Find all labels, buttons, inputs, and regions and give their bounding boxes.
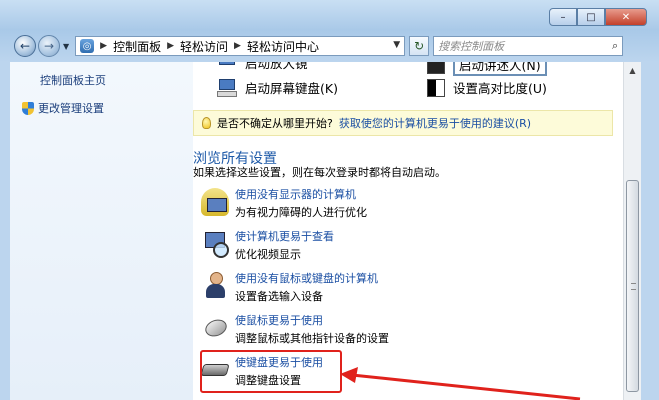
narrator-icon <box>427 62 445 74</box>
back-arrow-icon: ← <box>19 39 31 53</box>
option-link-easier-to-see[interactable]: 使计算机更易于查看 <box>235 228 334 244</box>
search-input[interactable] <box>438 39 599 53</box>
navigation-bar: ← → ▼ ◎ ▶ 控制面板 ▶ 轻松访问 ▶ 轻松访问中心 ▼ ↻ ⌕ <box>14 34 649 58</box>
tip-question: 是否不确定从哪里开始? <box>217 117 333 130</box>
address-bar[interactable]: ◎ ▶ 控制面板 ▶ 轻松访问 ▶ 轻松访问中心 ▼ <box>75 36 406 56</box>
section-description: 如果选择这些设置，则在每次登录时都将自动启动。 <box>193 166 446 179</box>
refresh-button[interactable]: ↻ <box>409 36 430 56</box>
get-recommendations-link[interactable]: 获取使您的计算机更易于使用的建议(R) <box>339 115 531 131</box>
breadcrumb-separator-icon[interactable]: ▶ <box>234 41 241 51</box>
search-icon[interactable]: ⌕ <box>612 39 618 53</box>
search-box[interactable]: ⌕ <box>433 36 624 56</box>
monitor-icon <box>201 188 229 216</box>
sidebar-link-control-panel-home[interactable]: 控制面板主页 <box>40 72 106 88</box>
start-magnifier-item[interactable]: 启动放大镜 <box>217 62 308 72</box>
breadcrumb-separator-icon[interactable]: ▶ <box>167 41 174 51</box>
control-panel-icon: ◎ <box>80 39 95 53</box>
mouse-icon <box>201 314 229 342</box>
refresh-icon: ↻ <box>414 39 425 53</box>
minimize-button[interactable]: – <box>549 8 577 26</box>
option-link-mouse-easier[interactable]: 使鼠标更易于使用 <box>235 312 323 328</box>
on-screen-keyboard-icon <box>217 78 237 97</box>
address-dropdown-icon[interactable]: ▼ <box>393 40 400 50</box>
maximize-button[interactable]: □ <box>577 8 605 26</box>
option-item: 使用没有显示器的计算机 为有视力障碍的人进行优化 <box>201 186 581 222</box>
sidebar-link-label: 更改管理设置 <box>38 102 104 115</box>
magnifier-icon <box>201 230 229 258</box>
option-item: 使用没有鼠标或键盘的计算机 设置备选输入设备 <box>201 270 581 306</box>
close-button[interactable]: ✕ <box>605 8 647 26</box>
option-description: 设置备选输入设备 <box>235 290 323 303</box>
suggestion-tip-bar: 是否不确定从哪里开始? 获取使您的计算机更易于使用的建议(R) <box>193 110 613 136</box>
set-high-contrast-label: 设置高对比度(U) <box>453 81 547 96</box>
start-narrator-item[interactable]: 启动讲述人(N) <box>427 62 547 76</box>
start-magnifier-label: 启动放大镜 <box>245 62 308 71</box>
start-narrator-label: 启动讲述人(N) <box>453 62 547 76</box>
vertical-scrollbar[interactable]: ▲ <box>623 62 641 400</box>
recent-pages-chevron-icon[interactable]: ▼ <box>63 42 69 51</box>
person-icon <box>201 272 229 300</box>
start-on-screen-keyboard-label: 启动屏幕键盘(K) <box>245 81 338 96</box>
option-description: 调整鼠标或其他指针设备的设置 <box>235 332 389 345</box>
high-contrast-icon <box>427 78 445 97</box>
back-button[interactable]: ← <box>14 35 36 57</box>
main-panel: 启动放大镜 启动讲述人(N) 启动屏幕键盘(K) 设置高对比度(U) 是否不确定… <box>193 62 641 400</box>
control-panel-window: – □ ✕ ← → ▼ ◎ ▶ 控制面板 ▶ 轻松访问 ▶ 轻松访问中心 ▼ ↻… <box>0 0 659 400</box>
option-link-no-display[interactable]: 使用没有显示器的计算机 <box>235 186 356 202</box>
sidebar: 控制面板主页 更改管理设置 <box>10 62 193 400</box>
option-description: 优化视频显示 <box>235 248 301 261</box>
highlight-box <box>200 350 342 393</box>
option-link-no-mouse-keyboard[interactable]: 使用没有鼠标或键盘的计算机 <box>235 270 378 286</box>
forward-arrow-icon: → <box>43 39 55 53</box>
lightbulb-icon <box>202 117 211 129</box>
scrollbar-thumb[interactable] <box>626 180 639 392</box>
start-on-screen-keyboard-item[interactable]: 启动屏幕键盘(K) <box>217 78 338 97</box>
forward-button[interactable]: → <box>38 35 60 57</box>
option-item: 使鼠标更易于使用 调整鼠标或其他指针设备的设置 <box>201 312 581 348</box>
breadcrumb-control-panel[interactable]: 控制面板 <box>113 38 161 55</box>
breadcrumb-separator-icon[interactable]: ▶ <box>100 41 107 51</box>
breadcrumb-ease-of-access-center[interactable]: 轻松访问中心 <box>247 38 319 55</box>
breadcrumb-ease-of-access[interactable]: 轻松访问 <box>180 38 228 55</box>
uac-shield-icon <box>22 101 34 115</box>
option-item: 使计算机更易于查看 优化视频显示 <box>201 228 581 264</box>
window-controls: – □ ✕ <box>549 8 647 26</box>
content-area: 控制面板主页 更改管理设置 启动放大镜 启动讲述人(N) 启动屏幕键盘(K) 设… <box>10 62 641 400</box>
scroll-up-icon[interactable]: ▲ <box>624 62 641 79</box>
magnifier-icon <box>217 62 237 72</box>
set-high-contrast-item[interactable]: 设置高对比度(U) <box>427 78 547 97</box>
option-description: 为有视力障碍的人进行优化 <box>235 206 367 219</box>
sidebar-link-change-admin-settings[interactable]: 更改管理设置 <box>22 100 104 116</box>
